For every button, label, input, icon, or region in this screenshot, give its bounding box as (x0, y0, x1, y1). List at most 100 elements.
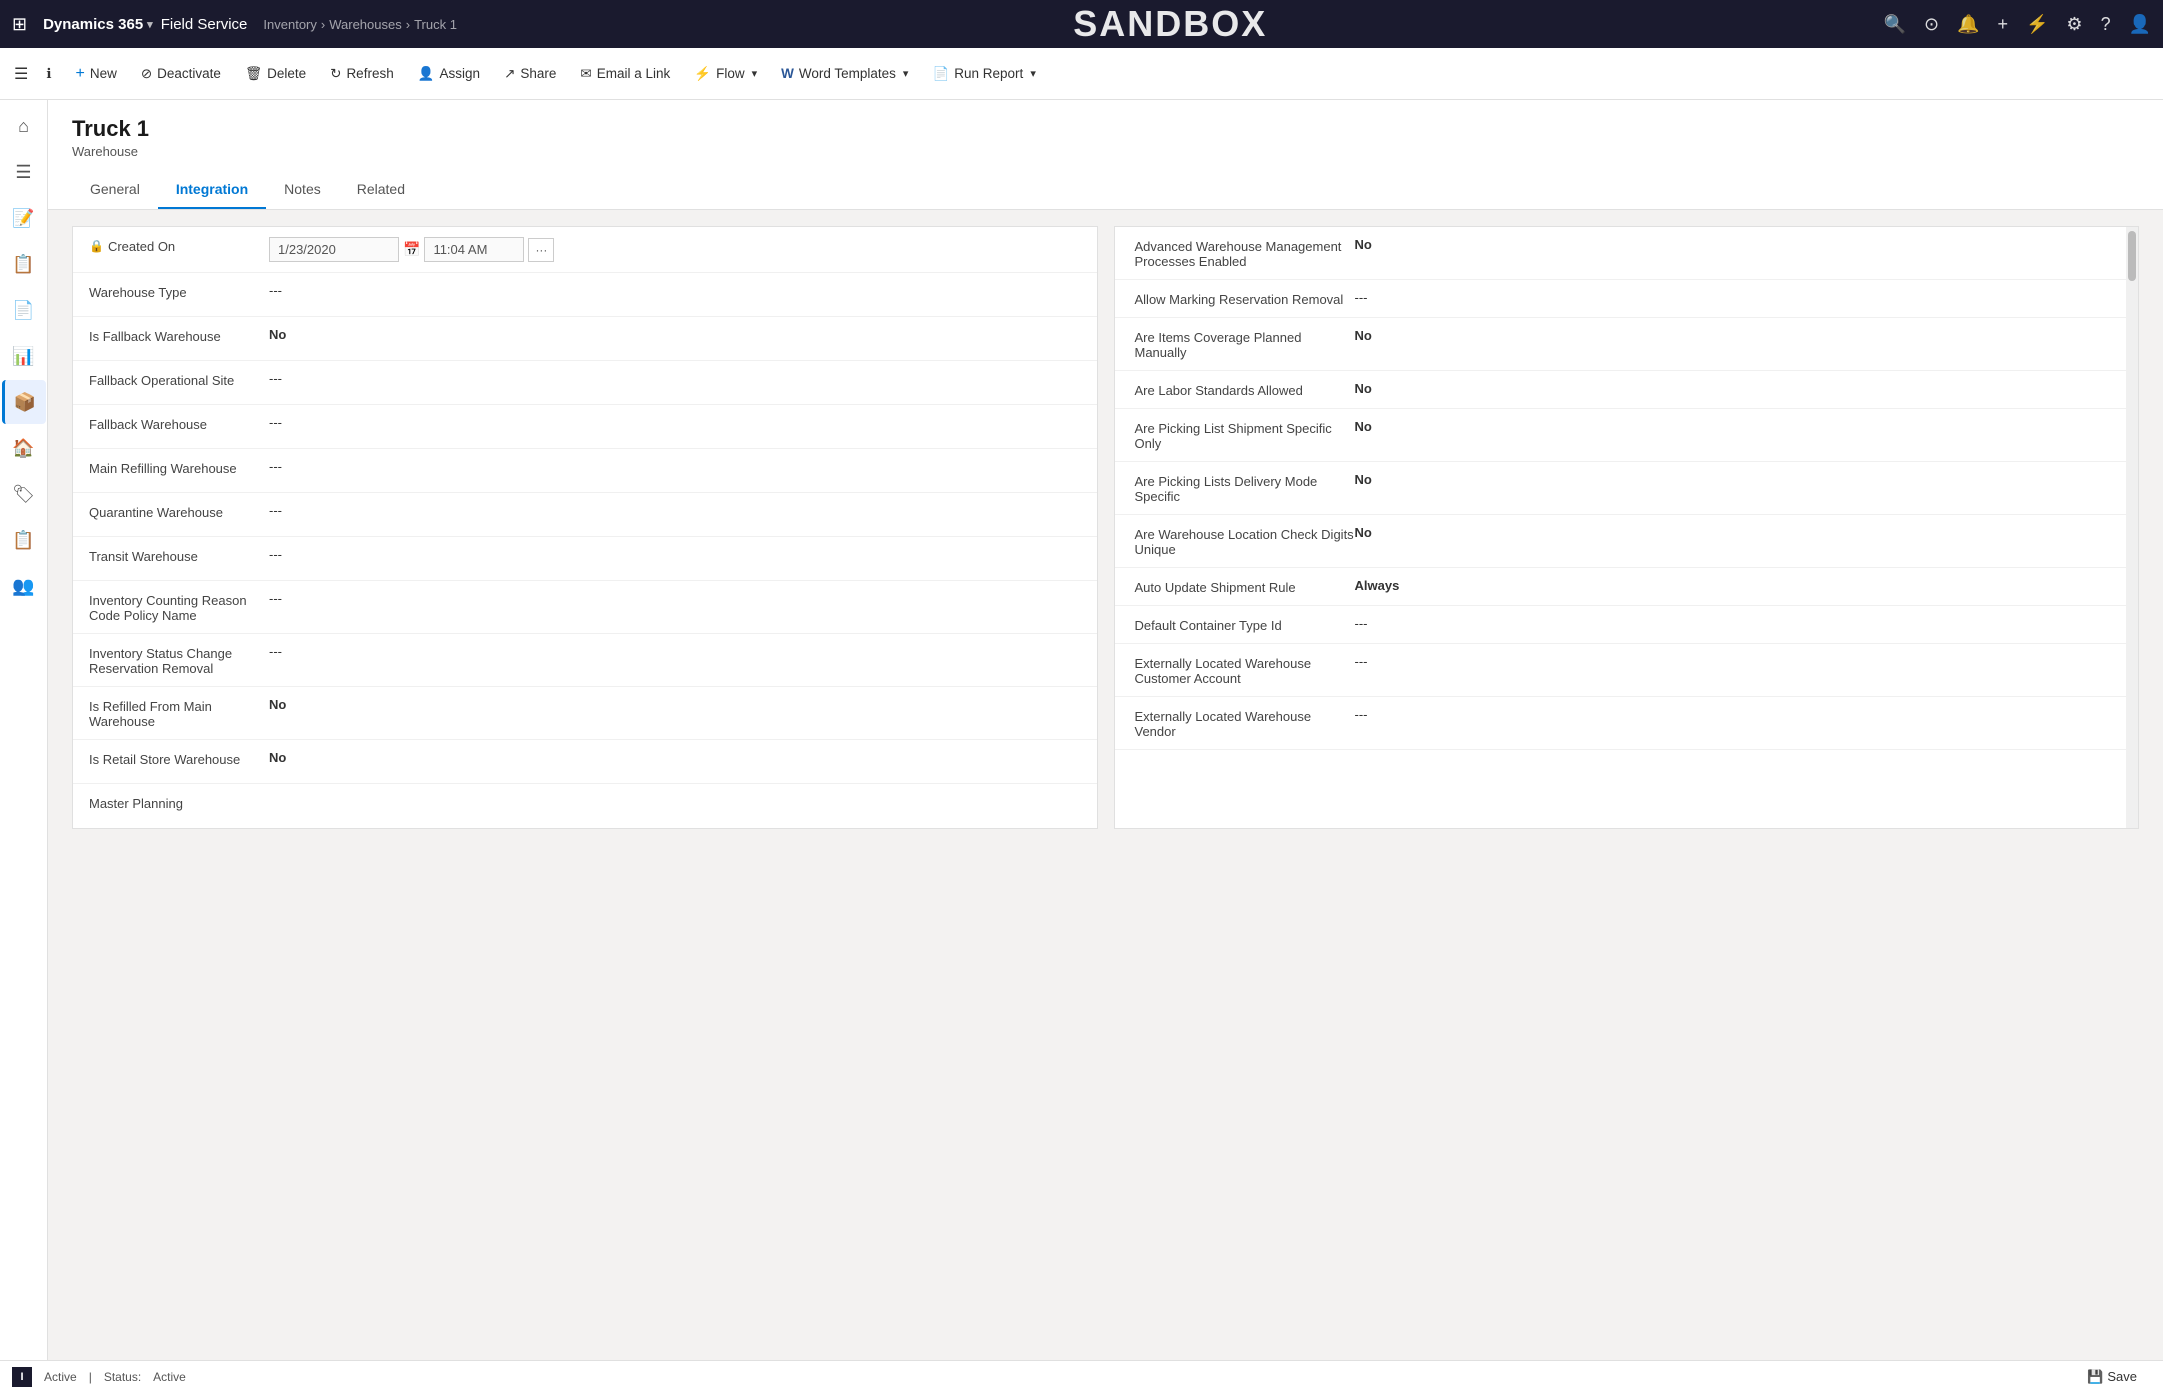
brand-chevron-icon[interactable]: ▾ (147, 18, 153, 31)
record-header: Truck 1 Warehouse General Integration No… (48, 100, 2163, 210)
are-items-coverage-label: Are Items Coverage Planned Manually (1135, 328, 1355, 360)
command-bar: ☰ ℹ + New ⊘ Deactivate 🗑 Delete ↻ Refres… (0, 48, 2163, 100)
created-on-label: 🔒 Created On (89, 237, 269, 254)
tab-general[interactable]: General (72, 171, 158, 209)
tab-integration[interactable]: Integration (158, 171, 266, 209)
flow-button[interactable]: ⚡ Flow (682, 52, 769, 96)
left-sidebar: ⌂ ☰ 📝 📋 📄 📊 📦 🏠 🏷 📋 👥 (0, 100, 48, 1360)
main-refilling-warehouse-value: --- (269, 459, 1081, 474)
sidebar-item-chart[interactable]: 📊 (2, 334, 46, 378)
inventory-counting-value: --- (269, 591, 1081, 606)
master-planning-row: Master Planning (73, 784, 1097, 828)
word-templates-icon: W (781, 66, 794, 81)
is-fallback-warehouse-value: No (269, 327, 1081, 342)
sidebar-item-warehouse[interactable]: 🏠 (2, 426, 46, 470)
transit-warehouse-value: --- (269, 547, 1081, 562)
created-on-row: 🔒 Created On 📅 ··· (73, 227, 1097, 273)
status-label: Status: (104, 1370, 141, 1384)
scrollbar[interactable] (2126, 227, 2138, 828)
fallback-warehouse-row: Fallback Warehouse --- (73, 405, 1097, 449)
allow-marking-label: Allow Marking Reservation Removal (1135, 290, 1355, 307)
auto-update-shipment-row: Auto Update Shipment Rule Always (1115, 568, 2139, 606)
sidebar-item-notes[interactable]: 📝 (2, 196, 46, 240)
time-input[interactable] (424, 237, 524, 262)
externally-located-customer-value: --- (1355, 654, 2119, 669)
run-report-button[interactable]: 📄 Run Report (920, 52, 1047, 96)
notification-icon[interactable]: 🔔 (1957, 14, 1979, 35)
sidebar-item-inventory[interactable]: 📦 (2, 380, 46, 424)
sidebar-item-document[interactable]: 📄 (2, 288, 46, 332)
inventory-counting-row: Inventory Counting Reason Code Policy Na… (73, 581, 1097, 634)
user-avatar[interactable]: 👤 (2129, 14, 2151, 35)
externally-located-vendor-value: --- (1355, 707, 2119, 722)
filter-icon[interactable]: ⚡ (2026, 14, 2048, 35)
email-link-button[interactable]: ✉ Email a Link (568, 52, 682, 96)
lock-icon: 🔒 (89, 239, 104, 253)
deactivate-button[interactable]: ⊘ Deactivate (129, 52, 233, 96)
assign-button[interactable]: 👤 Assign (406, 52, 492, 96)
are-warehouse-location-row: Are Warehouse Location Check Digits Uniq… (1115, 515, 2139, 568)
active-label: Active (44, 1370, 77, 1384)
save-button[interactable]: 💾 Save (2073, 1365, 2151, 1389)
brand-name[interactable]: Dynamics 365 ▾ (43, 16, 153, 33)
are-labor-standards-row: Are Labor Standards Allowed No (1115, 371, 2139, 409)
tab-notes[interactable]: Notes (266, 171, 339, 209)
quarantine-warehouse-label: Quarantine Warehouse (89, 503, 269, 520)
scroll-thumb[interactable] (2128, 231, 2136, 281)
top-navigation: ⊞ Dynamics 365 ▾ Field Service Inventory… (0, 0, 2163, 48)
are-picking-lists-delivery-label: Are Picking Lists Delivery Mode Specific (1135, 472, 1355, 504)
externally-located-vendor-label: Externally Located Warehouse Vendor (1135, 707, 1355, 739)
fallback-operational-site-row: Fallback Operational Site --- (73, 361, 1097, 405)
sidebar-item-report[interactable]: 📋 (2, 518, 46, 562)
externally-located-customer-label: Externally Located Warehouse Customer Ac… (1135, 654, 1355, 686)
user-initial-badge: I (12, 1367, 32, 1387)
externally-located-vendor-row: Externally Located Warehouse Vendor --- (1115, 697, 2139, 750)
main-refilling-warehouse-row: Main Refilling Warehouse --- (73, 449, 1097, 493)
info-button[interactable]: ℹ (34, 52, 63, 96)
transit-warehouse-label: Transit Warehouse (89, 547, 269, 564)
are-picking-list-shipment-value: No (1355, 419, 2119, 434)
add-icon[interactable]: + (1997, 14, 2008, 35)
refresh-button[interactable]: ↻ Refresh (318, 52, 406, 96)
help-icon[interactable]: ? (2101, 14, 2111, 35)
date-input[interactable] (269, 237, 399, 262)
new-button[interactable]: + New (63, 52, 128, 96)
breadcrumb: Inventory › Warehouses › Truck 1 (263, 17, 457, 32)
auto-update-shipment-label: Auto Update Shipment Rule (1135, 578, 1355, 595)
fallback-operational-site-value: --- (269, 371, 1081, 386)
time-ellipsis-button[interactable]: ··· (528, 238, 554, 262)
sidebar-item-home[interactable]: ⌂ (2, 104, 46, 148)
settings-icon[interactable]: ⚙ (2066, 14, 2082, 35)
are-picking-list-shipment-row: Are Picking List Shipment Specific Only … (1115, 409, 2139, 462)
sidebar-item-users[interactable]: 👥 (2, 564, 46, 608)
share-button[interactable]: ↗ Share (492, 52, 568, 96)
advanced-warehouse-label: Advanced Warehouse Management Processes … (1135, 237, 1355, 269)
inventory-counting-label: Inventory Counting Reason Code Policy Na… (89, 591, 269, 623)
search-icon[interactable]: 🔍 (1884, 14, 1906, 35)
created-on-value: 📅 ··· (269, 237, 1081, 262)
auto-update-shipment-value: Always (1355, 578, 2119, 593)
is-retail-store-label: Is Retail Store Warehouse (89, 750, 269, 767)
module-name[interactable]: Field Service (161, 16, 248, 33)
info-icon: ℹ (46, 66, 51, 82)
quarantine-warehouse-row: Quarantine Warehouse --- (73, 493, 1097, 537)
advanced-warehouse-row: Advanced Warehouse Management Processes … (1115, 227, 2139, 280)
sidebar-item-clipboard[interactable]: 📋 (2, 242, 46, 286)
sidebar-item-list[interactable]: ☰ (2, 150, 46, 194)
waffle-menu[interactable]: ⊞ (12, 14, 27, 35)
form-area: 🔒 Created On 📅 ··· Warehouse Type --- (48, 210, 2163, 845)
tab-related[interactable]: Related (339, 171, 423, 209)
focus-icon[interactable]: ⊙ (1924, 14, 1939, 35)
inventory-status-row: Inventory Status Change Reservation Remo… (73, 634, 1097, 687)
is-retail-store-value: No (269, 750, 1081, 765)
warehouse-type-value: --- (269, 283, 1081, 298)
word-templates-button[interactable]: W Word Templates (769, 52, 920, 96)
externally-located-customer-row: Externally Located Warehouse Customer Ac… (1115, 644, 2139, 697)
calendar-icon[interactable]: 📅 (403, 241, 420, 258)
sidebar-item-tag[interactable]: 🏷 (2, 472, 46, 516)
master-planning-label: Master Planning (89, 794, 269, 811)
delete-button[interactable]: 🗑 Delete (233, 52, 318, 96)
right-form-column: Advanced Warehouse Management Processes … (1114, 226, 2140, 829)
default-container-label: Default Container Type Id (1135, 616, 1355, 633)
sidebar-collapse-button[interactable]: ☰ (8, 52, 34, 96)
